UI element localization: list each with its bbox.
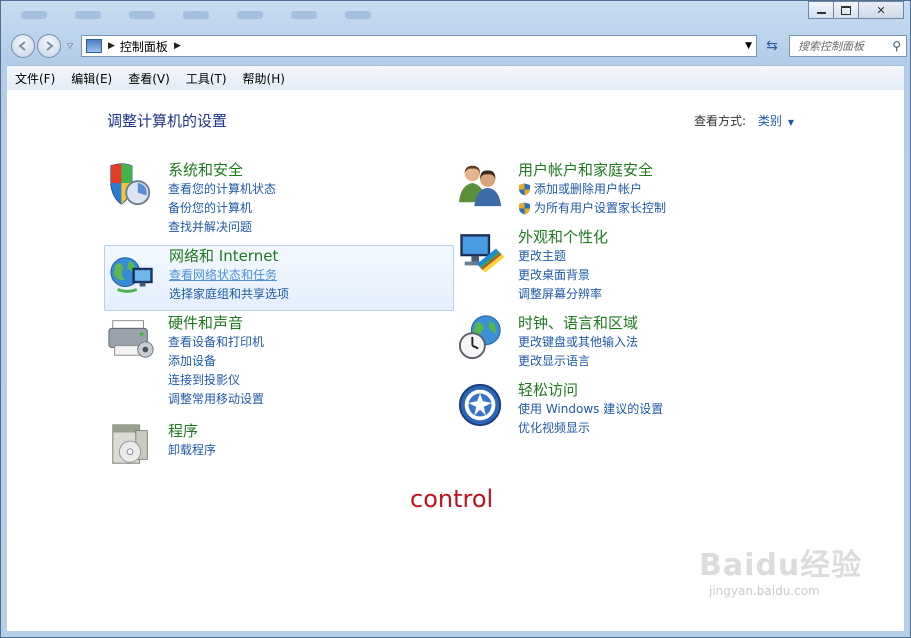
back-arrow-icon [18,41,26,51]
address-bar[interactable]: ▶ 控制面板 ▶ ▼ [81,35,757,57]
link-view-network-status[interactable]: 查看网络状态和任务 [169,266,289,285]
link-mobility-settings[interactable]: 调整常用移动设置 [168,390,264,409]
ease-of-access-icon[interactable] [457,380,507,430]
control-panel-window: ✕ ▽ ▶ 控制面板 ▶ ▼ ⇆ 搜索控制面板 ⚲ 文件(F) 编辑(E) 查看… [0,0,911,638]
network-internet-icon[interactable] [108,251,158,301]
menu-view[interactable]: 查看(V) [120,70,178,87]
forward-arrow-icon [46,41,54,51]
link-devices-printers[interactable]: 查看设备和打印机 [168,333,264,352]
link-troubleshoot[interactable]: 查找并解决问题 [168,218,276,237]
appearance-icon[interactable] [457,227,507,277]
hardware-sound-icon[interactable] [107,313,157,363]
clock-language-icon[interactable] [457,313,507,363]
link-change-input-method[interactable]: 更改键盘或其他输入法 [518,333,638,352]
menu-file[interactable]: 文件(F) [7,70,63,87]
category-title[interactable]: 外观和个性化 [518,227,608,247]
link-windows-suggested-settings[interactable]: 使用 Windows 建议的设置 [518,400,663,419]
category-title[interactable]: 硬件和声音 [168,313,264,333]
category-text: 时钟、语言和区域 更改键盘或其他输入法 更改显示语言 [518,313,638,371]
link-display-language[interactable]: 更改显示语言 [518,352,638,371]
view-by-dropdown[interactable]: 类别 [758,114,794,128]
category-programs: 程序 卸载程序 [107,421,455,471]
minimize-icon [816,11,826,14]
category-title[interactable]: 时钟、语言和区域 [518,313,638,333]
category-title[interactable]: 用户帐户和家庭安全 [518,160,666,180]
recent-pages-chevron-icon[interactable]: ▽ [67,41,73,50]
link-change-theme[interactable]: 更改主题 [518,247,608,266]
category-title[interactable]: 轻松访问 [518,380,663,400]
link-homegroup-sharing[interactable]: 选择家庭组和共享选项 [169,285,289,304]
category-text: 用户帐户和家庭安全 添加或删除用户帐户 为所有用户设置家长控制 [518,160,666,218]
page-title: 调整计算机的设置 [107,112,228,130]
caption-buttons: ✕ [808,1,904,19]
programs-icon[interactable] [107,421,157,471]
link-connect-projector[interactable]: 连接到投影仪 [168,371,264,390]
category-clock-language: 时钟、语言和区域 更改键盘或其他输入法 更改显示语言 [457,313,805,373]
watermark-sub: jingyan.baidu.com [709,584,820,598]
category-user-accounts: 用户帐户和家庭安全 添加或删除用户帐户 为所有用户设置家长控制 [457,160,805,220]
link-add-remove-accounts[interactable]: 添加或删除用户帐户 [518,180,666,199]
category-text: 系统和安全 查看您的计算机状态 备份您的计算机 查找并解决问题 [168,160,276,237]
content-area: 调整计算机的设置 查看方式: 类别 系统和安全 查看您的计算机状态 备份您的 [7,90,904,631]
link-desktop-background[interactable]: 更改桌面背景 [518,266,608,285]
menu-tools[interactable]: 工具(T) [178,70,235,87]
user-accounts-icon[interactable] [457,160,507,210]
search-placeholder: 搜索控制面板 [798,40,864,53]
breadcrumb-control-panel[interactable]: 控制面板 [120,38,168,55]
maximize-button[interactable] [833,1,859,19]
forward-button[interactable] [37,34,61,58]
category-text: 程序 卸载程序 [168,421,216,460]
category-hardware-sound: 硬件和声音 查看设备和打印机 添加设备 连接到投影仪 调整常用移动设置 [107,313,455,406]
category-text: 轻松访问 使用 Windows 建议的设置 优化视频显示 [518,380,663,438]
link-parental-controls[interactable]: 为所有用户设置家长控制 [518,199,666,218]
view-by-control: 查看方式: 类别 [694,112,794,129]
link-view-computer-status[interactable]: 查看您的计算机状态 [168,180,276,199]
view-by-label: 查看方式: [693,114,746,128]
category-text: 网络和 Internet 查看网络状态和任务 选择家庭组和共享选项 [169,246,289,304]
link-label: 添加或删除用户帐户 [534,182,643,196]
link-add-device[interactable]: 添加设备 [168,352,264,371]
minimize-button[interactable] [808,1,834,19]
blurred-taskbar-strip [21,7,441,25]
refresh-button[interactable]: ⇆ [761,36,783,56]
breadcrumb-separator-icon[interactable]: ▶ [108,41,115,51]
link-backup-computer[interactable]: 备份您的计算机 [168,199,276,218]
watermark: Baidu经验 jingyan.baidu.com [699,540,862,598]
category-title[interactable]: 系统和安全 [168,160,276,180]
category-appearance: 外观和个性化 更改主题 更改桌面背景 调整屏幕分辨率 [457,227,805,301]
category-title[interactable]: 程序 [168,421,216,441]
refresh-icon: ⇆ [766,38,778,54]
menu-bar: 文件(F) 编辑(E) 查看(V) 工具(T) 帮助(H) [7,65,904,91]
close-button[interactable]: ✕ [858,1,904,19]
category-system-security: 系统和安全 查看您的计算机状态 备份您的计算机 查找并解决问题 [107,160,455,234]
control-panel-icon [86,39,102,53]
address-dropdown-icon[interactable]: ▼ [745,41,752,51]
search-icon[interactable]: ⚲ [892,39,901,53]
system-security-icon[interactable] [107,160,157,210]
category-text: 硬件和声音 查看设备和打印机 添加设备 连接到投影仪 调整常用移动设置 [168,313,264,409]
link-label: 为所有用户设置家长控制 [534,201,667,215]
category-network-internet: 网络和 Internet 查看网络状态和任务 选择家庭组和共享选项 [104,245,454,311]
annotation-label: control [410,485,494,513]
maximize-icon [841,5,851,15]
category-text: 外观和个性化 更改主题 更改桌面背景 调整屏幕分辨率 [518,227,608,304]
category-title[interactable]: 网络和 Internet [169,246,289,266]
menu-edit[interactable]: 编辑(E) [63,70,120,87]
breadcrumb-separator-icon[interactable]: ▶ [174,41,181,51]
uac-shield-icon [519,202,530,215]
link-screen-resolution[interactable]: 调整屏幕分辨率 [518,285,608,304]
watermark-main: Baidu经验 [699,548,863,583]
back-button[interactable] [11,34,35,58]
close-icon: ✕ [876,3,886,17]
navigation-bar: ▽ ▶ 控制面板 ▶ ▼ ⇆ 搜索控制面板 ⚲ [9,33,907,59]
search-input[interactable]: 搜索控制面板 ⚲ [789,35,907,57]
uac-shield-icon [519,183,530,196]
link-uninstall-program[interactable]: 卸载程序 [168,441,216,460]
link-optimize-display[interactable]: 优化视频显示 [518,419,663,438]
menu-help[interactable]: 帮助(H) [235,70,293,87]
category-ease-of-access: 轻松访问 使用 Windows 建议的设置 优化视频显示 [457,380,805,440]
